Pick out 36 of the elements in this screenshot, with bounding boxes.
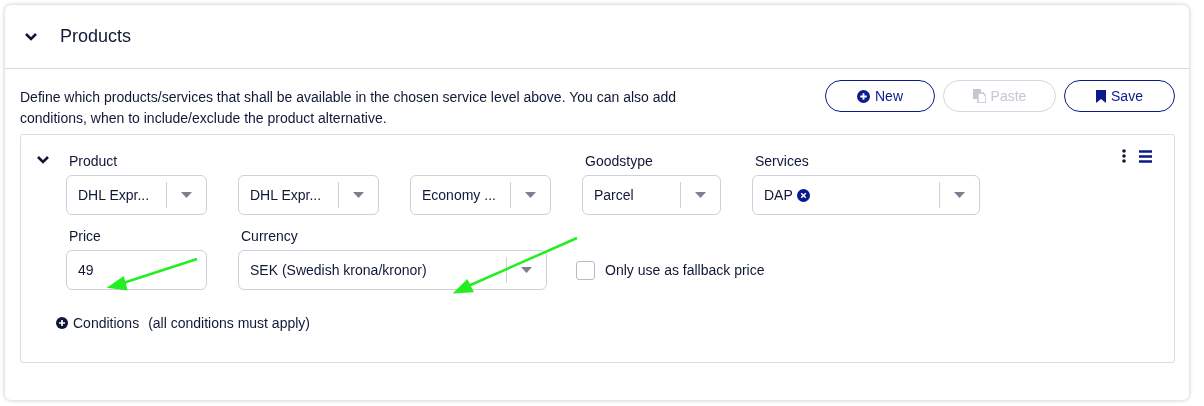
more-icon[interactable] — [1122, 149, 1126, 163]
collapse-icon[interactable] — [24, 32, 38, 41]
plus-icon — [857, 89, 870, 103]
checkbox-label: Only use as fallback price — [605, 262, 765, 278]
dropdown-arrow-icon — [525, 192, 536, 198]
dropdown-arrow-icon — [353, 192, 364, 198]
paste-icon — [972, 89, 986, 103]
field-label: Currency — [240, 228, 299, 245]
new-button[interactable]: New — [825, 80, 935, 112]
dropdown-arrow-icon — [954, 192, 965, 198]
multi-select-field[interactable]: DAP — [752, 175, 980, 215]
section-title: Products — [60, 26, 132, 47]
dropdown-field[interactable]: Economy ... — [410, 175, 551, 215]
dropdown-arrow-icon — [521, 267, 532, 273]
dropdown-arrow-icon — [181, 192, 192, 198]
price-input[interactable]: 49 — [66, 250, 207, 290]
field-label: Price — [68, 228, 102, 245]
description-text: Define which products/services that shall be available in the chosen service level above. You can also add conditions, when to include/exclude the product alternative. — [20, 88, 678, 128]
expand-icon[interactable] — [36, 155, 50, 164]
add-icon[interactable] — [56, 317, 68, 329]
field-label: Goodstype — [584, 153, 654, 170]
bookmark-icon — [1096, 89, 1107, 103]
dropdown-field[interactable]: DHL Expr... — [66, 175, 207, 215]
dropdown-field[interactable]: DHL Expr... — [238, 175, 379, 215]
save-button[interactable]: Save — [1064, 80, 1175, 112]
menu-icon[interactable] — [1139, 149, 1152, 163]
field-label: Services — [754, 153, 810, 170]
service-tag: DAP — [764, 187, 793, 203]
dropdown-arrow-icon — [695, 192, 706, 198]
checkbox[interactable] — [576, 260, 595, 280]
conditions-link[interactable]: Conditions — [73, 315, 140, 331]
dropdown-field[interactable]: Parcel — [582, 175, 721, 215]
dropdown-field[interactable]: SEK (Swedish krona/kronor) — [238, 250, 547, 290]
remove-icon[interactable] — [796, 188, 810, 202]
field-label: Product — [68, 153, 119, 170]
conditions-hint: (all conditions must apply) — [148, 315, 310, 331]
